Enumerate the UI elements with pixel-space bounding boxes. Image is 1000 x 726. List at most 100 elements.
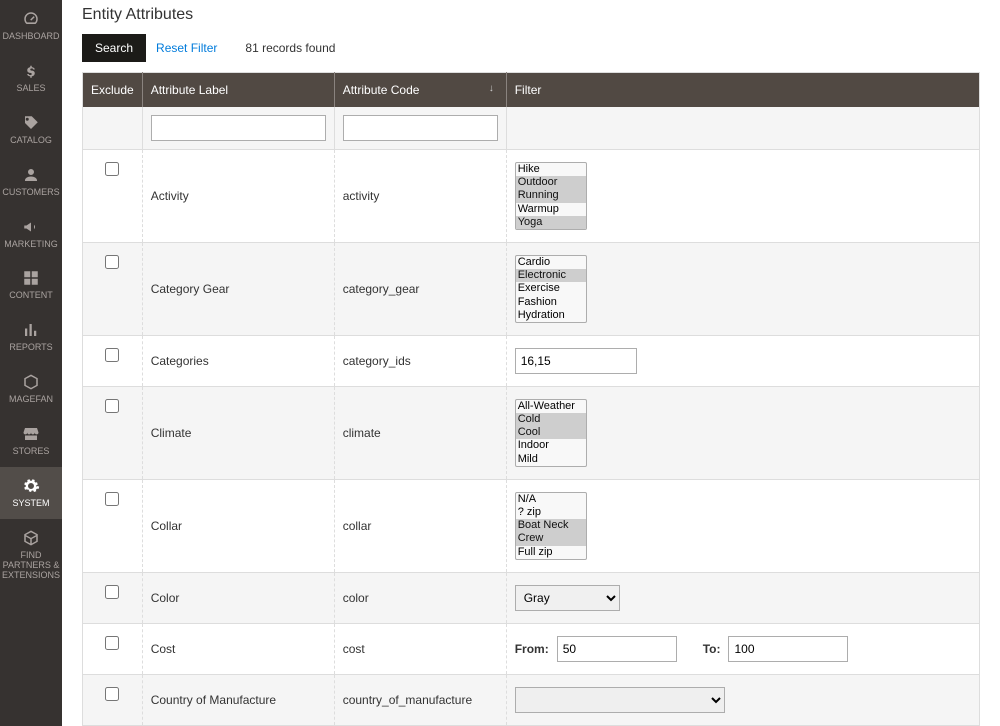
nav-stores[interactable]: STORES bbox=[0, 415, 62, 467]
table-row: Category Gearcategory_gearCardioElectron… bbox=[83, 242, 980, 335]
gear-icon bbox=[2, 477, 60, 495]
nav-customers[interactable]: CUSTOMERS bbox=[0, 156, 62, 208]
gauge-icon bbox=[2, 10, 60, 28]
filter-select[interactable]: Gray bbox=[515, 585, 620, 611]
exclude-checkbox[interactable] bbox=[105, 348, 119, 362]
nav-system[interactable]: SYSTEM bbox=[0, 467, 62, 519]
megaphone-icon bbox=[2, 218, 60, 236]
attr-code-cell: category_ids bbox=[334, 335, 506, 386]
nav-label: CATALOG bbox=[10, 135, 52, 145]
exclude-checkbox[interactable] bbox=[105, 255, 119, 269]
filter-exclude-cell bbox=[83, 107, 143, 150]
table-row: ClimateclimateAll-WeatherColdCoolIndoorM… bbox=[83, 386, 980, 479]
attr-code-cell: color bbox=[334, 572, 506, 623]
exclude-checkbox[interactable] bbox=[105, 399, 119, 413]
filter-multiselect[interactable]: N/A? zipBoat NeckCrewFull zip bbox=[515, 492, 587, 560]
filter-filter-cell bbox=[506, 107, 979, 150]
exclude-cell bbox=[83, 242, 143, 335]
attr-code-cell: country_of_manufacture bbox=[334, 674, 506, 725]
exclude-cell bbox=[83, 386, 143, 479]
exclude-cell bbox=[83, 674, 143, 725]
filter-range: From: To: bbox=[515, 636, 971, 662]
filter-select[interactable] bbox=[515, 687, 725, 713]
nav-partners[interactable]: FIND PARTNERS & EXTENSIONS bbox=[0, 519, 62, 591]
nav-marketing[interactable]: MARKETING bbox=[0, 208, 62, 260]
filter-multiselect[interactable]: HikeOutdoorRunningWarmupYoga bbox=[515, 162, 587, 230]
col-label-header[interactable]: Attribute Label bbox=[142, 73, 334, 108]
table-row: Colorcolor Gray bbox=[83, 572, 980, 623]
attr-label-cell: Collar bbox=[142, 479, 334, 572]
search-button[interactable]: Search bbox=[82, 34, 146, 62]
nav-label: REPORTS bbox=[9, 342, 52, 352]
attr-filter-cell: From: To: bbox=[506, 623, 979, 674]
nav-label: DASHBOARD bbox=[2, 31, 59, 41]
range-to-label: To: bbox=[703, 642, 721, 656]
sort-arrow-icon: ↓ bbox=[489, 83, 498, 94]
attr-code-cell: cost bbox=[334, 623, 506, 674]
partners-icon bbox=[2, 529, 60, 547]
col-filter-header[interactable]: Filter bbox=[506, 73, 979, 108]
nav-label: MARKETING bbox=[4, 239, 58, 249]
attr-label-cell: Activity bbox=[142, 150, 334, 243]
blocks-icon bbox=[2, 269, 60, 287]
filter-code-input[interactable] bbox=[343, 115, 498, 141]
attr-code-cell: category_gear bbox=[334, 242, 506, 335]
admin-sidebar: DASHBOARD SALES CATALOG CUSTOMERS MARKETING C… bbox=[0, 0, 62, 726]
attributes-grid: Exclude Attribute Label Attribute Code↓ … bbox=[82, 72, 980, 726]
attr-code-cell: climate bbox=[334, 386, 506, 479]
filter-multiselect[interactable]: All-WeatherColdCoolIndoorMild bbox=[515, 399, 587, 467]
exclude-checkbox[interactable] bbox=[105, 687, 119, 701]
attr-label-cell: Color bbox=[142, 572, 334, 623]
exclude-cell bbox=[83, 479, 143, 572]
nav-reports[interactable]: REPORTS bbox=[0, 311, 62, 363]
page-title: Entity Attributes bbox=[82, 6, 980, 24]
col-code-header[interactable]: Attribute Code ↓ bbox=[334, 73, 506, 108]
nav-content[interactable]: CONTENT bbox=[0, 259, 62, 311]
table-row: Categoriescategory_ids bbox=[83, 335, 980, 386]
tag-icon bbox=[2, 114, 60, 132]
attr-label-cell: Category Gear bbox=[142, 242, 334, 335]
exclude-cell bbox=[83, 150, 143, 243]
filter-label-cell bbox=[142, 107, 334, 150]
filter-label-input[interactable] bbox=[151, 115, 326, 141]
range-from-label: From: bbox=[515, 642, 549, 656]
attr-filter-cell: CardioElectronicExerciseFashionHydration bbox=[506, 242, 979, 335]
exclude-cell bbox=[83, 335, 143, 386]
nav-catalog[interactable]: CATALOG bbox=[0, 104, 62, 156]
filter-code-cell bbox=[334, 107, 506, 150]
col-exclude-header[interactable]: Exclude bbox=[83, 73, 143, 108]
nav-label: SYSTEM bbox=[12, 498, 49, 508]
exclude-checkbox[interactable] bbox=[105, 585, 119, 599]
person-icon bbox=[2, 166, 60, 184]
attr-label-cell: Cost bbox=[142, 623, 334, 674]
nav-label: FIND PARTNERS & EXTENSIONS bbox=[2, 550, 60, 580]
dollar-icon bbox=[2, 62, 60, 80]
attr-label-cell: Climate bbox=[142, 386, 334, 479]
nav-label: STORES bbox=[13, 446, 50, 456]
table-row: Country of Manufacturecountry_of_manufac… bbox=[83, 674, 980, 725]
exclude-checkbox[interactable] bbox=[105, 636, 119, 650]
nav-label: MAGEFAN bbox=[9, 394, 53, 404]
nav-dashboard[interactable]: DASHBOARD bbox=[0, 0, 62, 52]
attr-code-cell: activity bbox=[334, 150, 506, 243]
attr-filter-cell bbox=[506, 335, 979, 386]
reset-filter-link[interactable]: Reset Filter bbox=[156, 41, 217, 55]
nav-sales[interactable]: SALES bbox=[0, 52, 62, 104]
table-row: ActivityactivityHikeOutdoorRunningWarmup… bbox=[83, 150, 980, 243]
range-from-input[interactable] bbox=[557, 636, 677, 662]
exclude-checkbox[interactable] bbox=[105, 492, 119, 506]
col-code-text: Attribute Code bbox=[343, 83, 420, 97]
nav-magefan[interactable]: MAGEFAN bbox=[0, 363, 62, 415]
attr-filter-cell: All-WeatherColdCoolIndoorMild bbox=[506, 386, 979, 479]
exclude-cell bbox=[83, 623, 143, 674]
attr-filter-cell bbox=[506, 674, 979, 725]
attr-label-cell: Country of Manufacture bbox=[142, 674, 334, 725]
filter-text-input[interactable] bbox=[515, 348, 637, 374]
attr-filter-cell: N/A? zipBoat NeckCrewFull zip bbox=[506, 479, 979, 572]
range-to-input[interactable] bbox=[728, 636, 848, 662]
exclude-checkbox[interactable] bbox=[105, 162, 119, 176]
table-row: Costcost From: To: bbox=[83, 623, 980, 674]
attr-filter-cell: Gray bbox=[506, 572, 979, 623]
exclude-cell bbox=[83, 572, 143, 623]
filter-multiselect[interactable]: CardioElectronicExerciseFashionHydration bbox=[515, 255, 587, 323]
